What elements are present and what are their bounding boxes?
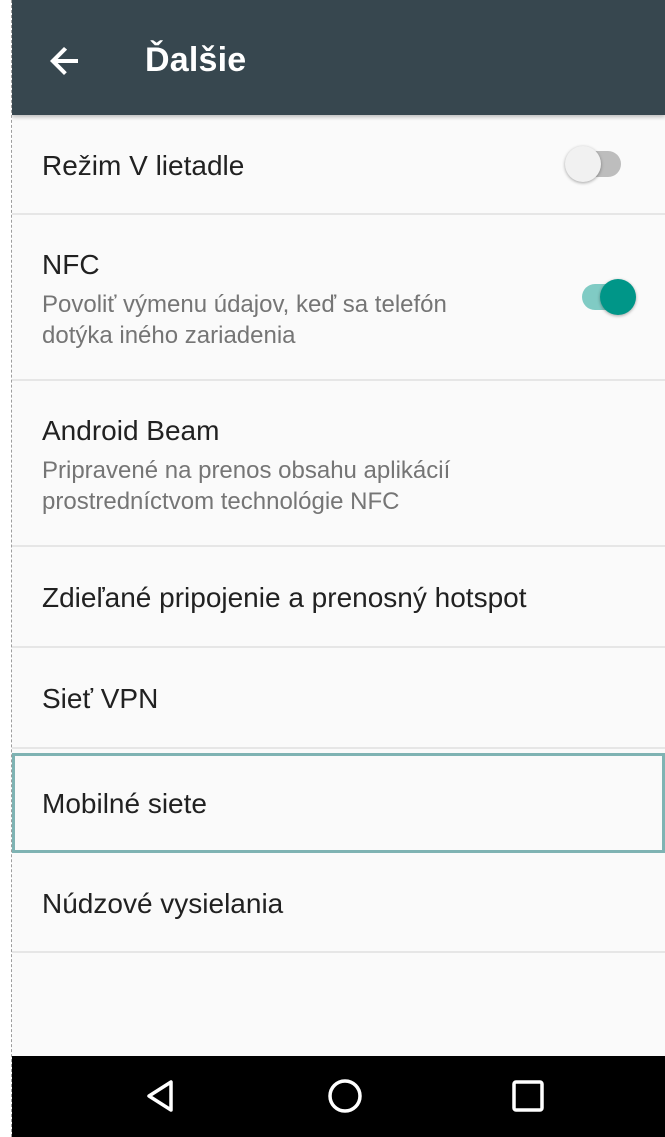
settings-item-airplane-mode[interactable]: Režim V lietadle — [12, 115, 665, 215]
square-recents-icon — [512, 1080, 544, 1112]
android-beam-title: Android Beam — [42, 415, 220, 446]
nav-recents-button[interactable] — [506, 1074, 550, 1118]
page-title: Ďalšie — [145, 41, 247, 79]
nav-home-button[interactable] — [323, 1074, 367, 1118]
emergency-broadcasts-title: Núdzové vysielania — [42, 888, 284, 919]
circle-home-icon — [328, 1079, 362, 1113]
settings-item-mobile-networks[interactable]: Mobilné siete — [12, 753, 665, 853]
settings-item-nfc[interactable]: NFC Povoliť výmenu údajov, keď sa telefó… — [12, 215, 665, 381]
triangle-back-icon — [147, 1080, 173, 1112]
settings-list: Režim V lietadle NFC Povoliť výmenu údaj… — [12, 115, 665, 953]
screen-edge — [11, 0, 12, 1137]
navigation-bar — [12, 1056, 665, 1137]
vpn-title: Sieť VPN — [42, 683, 159, 714]
android-beam-subtitle: Pripravené na prenos obsahu aplikácií pr… — [42, 457, 451, 515]
toggle-thumb — [565, 146, 601, 182]
android-screen: Ďalšie Režim V lietadle NFC Povoliť výme… — [12, 0, 665, 1137]
tethering-title: Zdieľané pripojenie a prenosný hotspot — [42, 582, 527, 613]
settings-item-tethering[interactable]: Zdieľané pripojenie a prenosný hotspot — [12, 547, 665, 648]
airplane-mode-title: Režim V lietadle — [42, 150, 245, 181]
mobile-networks-title: Mobilné siete — [42, 788, 207, 819]
toggle-thumb — [600, 279, 636, 315]
settings-item-emergency-broadcasts[interactable]: Núdzové vysielania — [12, 853, 665, 953]
nfc-title: NFC — [42, 249, 100, 280]
settings-item-vpn[interactable]: Sieť VPN — [12, 648, 665, 749]
arrow-back-icon — [50, 47, 78, 75]
app-bar: Ďalšie — [12, 0, 665, 115]
back-button[interactable] — [40, 37, 88, 85]
settings-item-android-beam[interactable]: Android Beam Pripravené na prenos obsahu… — [12, 381, 665, 547]
nav-back-button[interactable] — [140, 1074, 184, 1118]
nfc-subtitle: Povoliť výmenu údajov, keď sa telefón do… — [42, 291, 447, 349]
